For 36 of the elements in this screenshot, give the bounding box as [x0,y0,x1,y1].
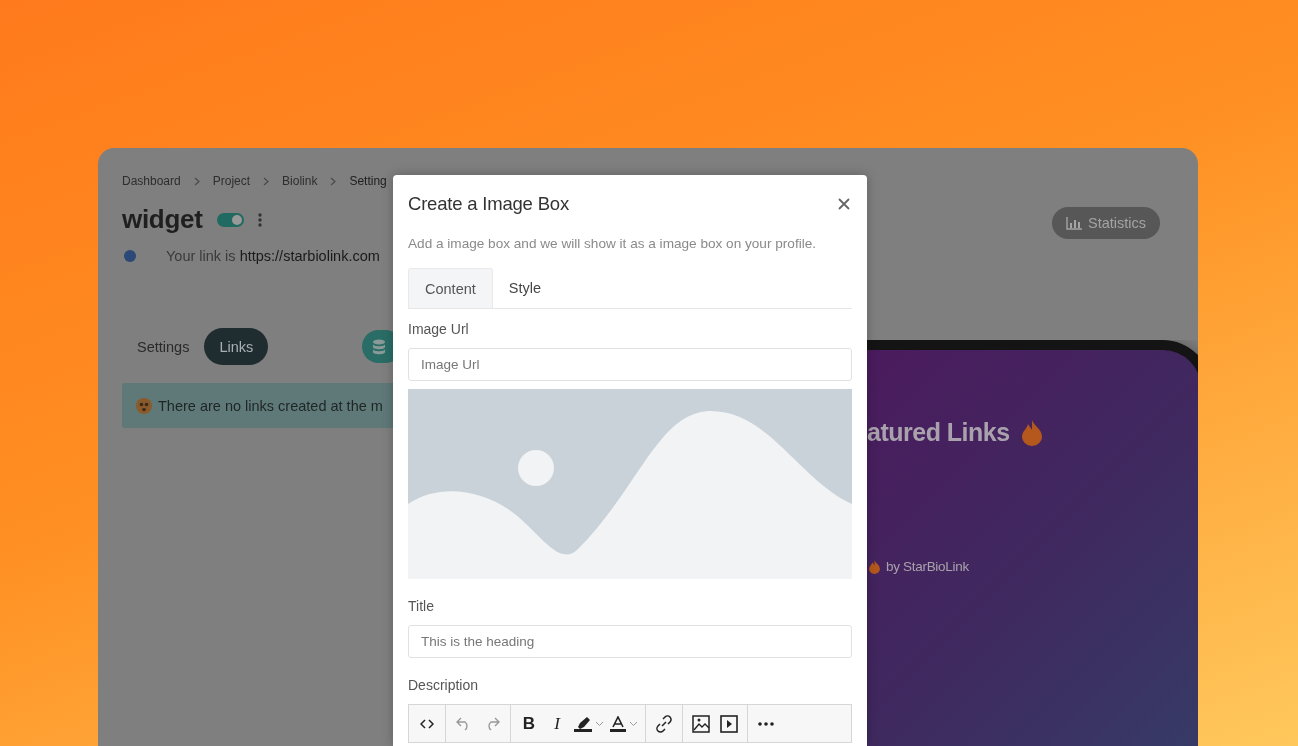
chevron-icon [193,176,200,186]
close-button[interactable] [836,196,852,212]
field-label: Image Url [408,321,470,337]
chevron-icon [330,176,337,186]
field-label: Title [408,598,435,614]
preview-heading: atured Links [867,418,1010,447]
database-button[interactable] [362,330,393,363]
breadcrumb-link[interactable]: Dashboard [122,174,181,188]
tab[interactable]: Content [408,268,493,308]
kebab-menu-icon[interactable] [257,212,262,227]
link-text: Your link is https://starbiolink.com [166,248,380,264]
image-url-field[interactable]: Image Url [408,348,852,381]
preview-footer: by StarBioLink [886,559,969,574]
modal-subtitle: Add a image box and we will show it as a image box on your profile. [408,236,818,251]
tab[interactable]: Links [204,328,269,365]
modal-title: Create a Image Box [408,193,569,215]
flame-icon [1021,419,1042,446]
database-icon [372,338,387,355]
bar-chart-icon [1066,216,1082,230]
bold-button[interactable]: B [515,708,543,739]
breadcrumb-link[interactable]: Project [212,174,251,188]
tab[interactable]: Settings [122,328,205,365]
statistics-button[interactable]: Statistics [1052,207,1160,239]
breadcrumb-link[interactable]: Biolink [282,174,318,188]
flame-icon [869,559,880,574]
breadcrumb-link[interactable]: Setting [349,174,387,188]
page-title: widget [122,204,203,235]
title-field[interactable]: This is the heading [408,625,852,658]
field-label: Description [408,677,480,693]
tab[interactable]: Style [492,268,558,308]
chevron-icon [263,176,270,186]
worried-face-icon [136,397,152,414]
toggle-switch[interactable] [216,212,244,227]
status-dot [124,250,136,262]
italic-button[interactable]: I [543,708,571,739]
alert-text: There are no links created at the m [158,397,383,414]
